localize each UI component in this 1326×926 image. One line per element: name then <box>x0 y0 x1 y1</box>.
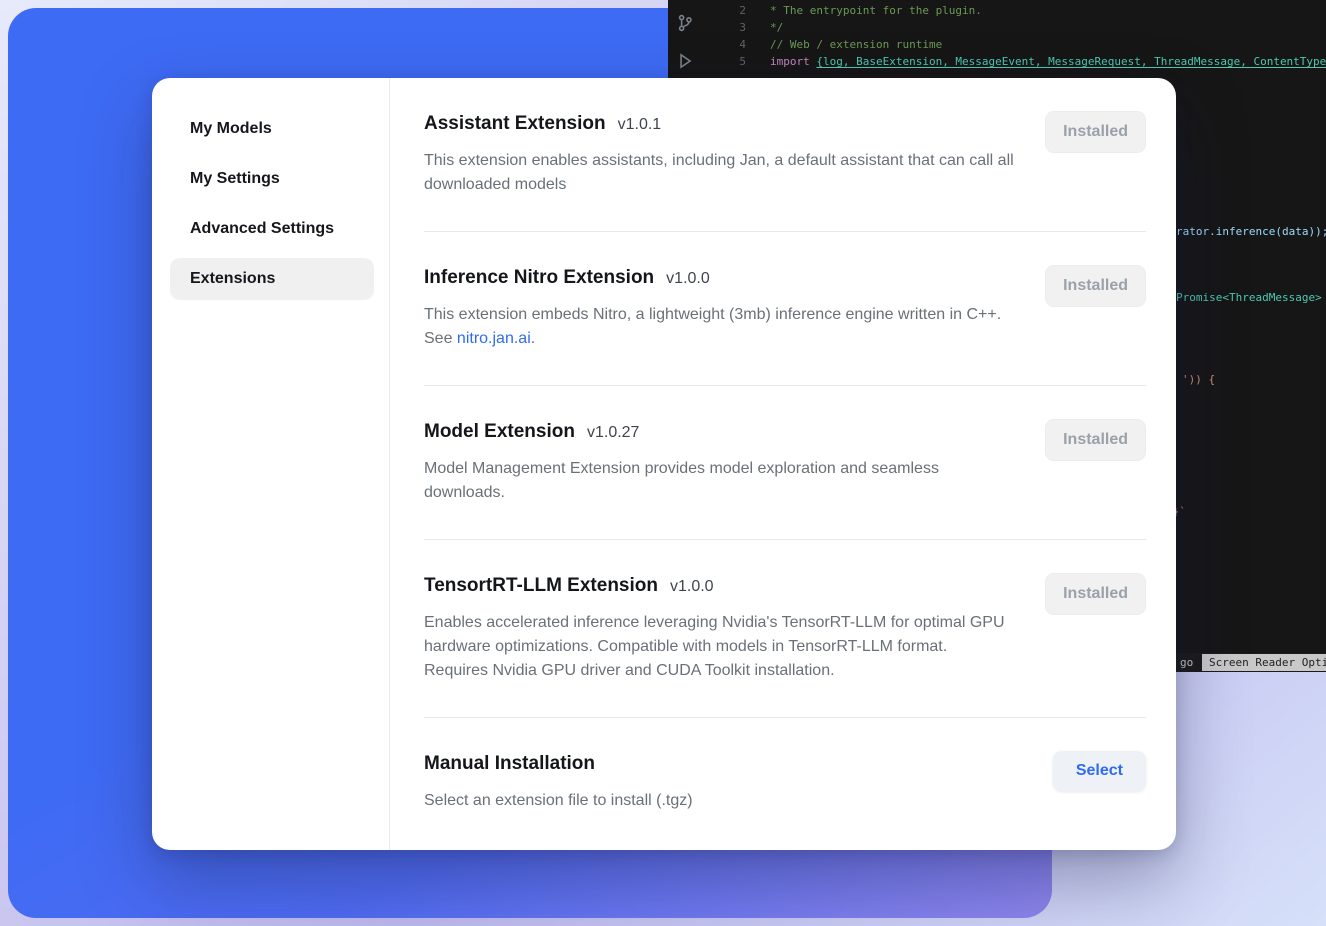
select-button[interactable]: Select <box>1053 751 1146 791</box>
extension-name: TensortRT-LLM Extension <box>424 573 658 599</box>
installed-button[interactable]: Installed <box>1045 419 1146 461</box>
extension-description: This extension embeds Nitro, a lightweig… <box>424 303 1014 351</box>
extension-row-model: Model Extension v1.0.27 Model Management… <box>424 386 1146 540</box>
line-number: 3 <box>702 19 746 36</box>
extension-info: TensortRT-LLM Extension v1.0.0 Enables a… <box>424 573 1014 683</box>
manual-installation-title: Manual Installation <box>424 751 595 777</box>
manual-installation-row: Manual Installation Select an extension … <box>424 718 1146 847</box>
screen-reader-badge: Screen Reader Optimized <box>1202 654 1326 671</box>
extension-description-text: This extension enables assistants, inclu… <box>424 152 1014 193</box>
installed-button[interactable]: Installed <box>1045 265 1146 307</box>
code-line: 5 import {log, BaseExtension, MessageEve… <box>702 53 1326 70</box>
source-control-icon[interactable] <box>676 14 694 32</box>
extension-title-row: TensortRT-LLM Extension v1.0.0 <box>424 573 1014 599</box>
extension-info: Manual Installation Select an extension … <box>424 751 693 813</box>
extension-title-row: Model Extension v1.0.27 <box>424 419 1014 445</box>
extensions-panel: Assistant Extension v1.0.1 This extensio… <box>390 78 1176 850</box>
code-fragment: rator.inference(data)); <box>1176 225 1326 239</box>
code-line: 4 // Web / extension runtime <box>702 36 1326 53</box>
extension-title-row: Assistant Extension v1.0.1 <box>424 111 1014 137</box>
nitro-jan-ai-link[interactable]: nitro.jan.ai. <box>457 330 535 347</box>
extension-title-row: Manual Installation <box>424 751 693 777</box>
line-number: 2 <box>702 2 746 19</box>
extension-description: This extension enables assistants, inclu… <box>424 149 1014 197</box>
code-text: * The entrypoint for the plugin. <box>770 2 982 19</box>
settings-sidebar: My Models My Settings Advanced Settings … <box>152 78 390 850</box>
status-text: go <box>1180 656 1193 669</box>
code-imports: {log, BaseExtension, MessageEvent, Messa… <box>816 53 1326 70</box>
run-debug-icon[interactable] <box>676 52 694 70</box>
sidebar-item-advanced-settings[interactable]: Advanced Settings <box>170 208 374 250</box>
code-line: 3 */ <box>702 19 1326 36</box>
sidebar-item-extensions[interactable]: Extensions <box>170 258 374 300</box>
installed-button[interactable]: Installed <box>1045 573 1146 615</box>
extension-name: Inference Nitro Extension <box>424 265 654 291</box>
extension-version: v1.0.0 <box>670 578 714 596</box>
sidebar-item-my-settings[interactable]: My Settings <box>170 158 374 200</box>
extension-version: v1.0.0 <box>666 270 710 288</box>
code-keyword: import <box>770 53 816 70</box>
sidebar-item-my-models[interactable]: My Models <box>170 108 374 150</box>
extension-info: Assistant Extension v1.0.1 This extensio… <box>424 111 1014 197</box>
extension-version: v1.0.27 <box>587 424 639 442</box>
extension-description-text: Model Management Extension provides mode… <box>424 460 939 501</box>
extension-name: Model Extension <box>424 419 575 445</box>
code-area: 2 * The entrypoint for the plugin. 3 */ … <box>702 2 1326 70</box>
extension-description: Enables accelerated inference leveraging… <box>424 611 1014 683</box>
code-fragment: Promise<ThreadMessage> <box>1176 291 1322 305</box>
manual-installation-description: Select an extension file to install (.tg… <box>424 789 693 813</box>
code-line: 2 * The entrypoint for the plugin. <box>702 2 1326 19</box>
extension-version: v1.0.1 <box>618 116 662 134</box>
extension-row-tensorrt: TensortRT-LLM Extension v1.0.0 Enables a… <box>424 540 1146 718</box>
line-number: 4 <box>702 36 746 53</box>
installed-button[interactable]: Installed <box>1045 111 1146 153</box>
extension-description: Model Management Extension provides mode… <box>424 457 1014 505</box>
extension-info: Model Extension v1.0.27 Model Management… <box>424 419 1014 505</box>
extension-title-row: Inference Nitro Extension v1.0.0 <box>424 265 1014 291</box>
code-fragment: ')) { <box>1182 373 1215 387</box>
extension-row-assistant: Assistant Extension v1.0.1 This extensio… <box>424 78 1146 232</box>
manual-installation-description-text: Select an extension file to install (.tg… <box>424 792 693 809</box>
extension-row-nitro: Inference Nitro Extension v1.0.0 This ex… <box>424 232 1146 386</box>
extension-name: Assistant Extension <box>424 111 606 137</box>
code-text: */ <box>770 19 783 36</box>
line-number: 5 <box>702 53 746 70</box>
code-text: // Web / extension runtime <box>770 36 942 53</box>
extension-info: Inference Nitro Extension v1.0.0 This ex… <box>424 265 1014 351</box>
settings-modal: My Models My Settings Advanced Settings … <box>152 78 1176 850</box>
extension-description-text: Enables accelerated inference leveraging… <box>424 614 1005 679</box>
